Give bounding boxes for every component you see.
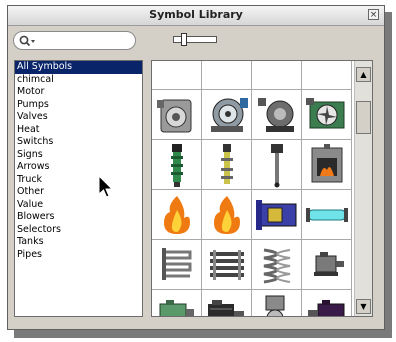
coil-radiator-icon: [162, 248, 192, 280]
category-item[interactable]: Truck: [15, 174, 142, 187]
symbol-cell-furnace[interactable]: [302, 140, 352, 190]
symbol-cell-pump-valve[interactable]: [252, 290, 302, 316]
symbol-cell-green-motor[interactable]: [152, 290, 202, 316]
symbol-cell-thermocouple-probe[interactable]: [252, 140, 302, 190]
category-item[interactable]: Signs: [15, 149, 142, 162]
heat-panel-icon: [256, 200, 297, 230]
symbol-cell-flame[interactable]: [152, 190, 202, 240]
cyan-tube-icon: [306, 208, 348, 222]
vertical-scrollbar[interactable]: ▲ ▼: [354, 61, 372, 316]
symbol-cell-flame[interactable]: [202, 190, 252, 240]
pump-valve-icon: [265, 295, 285, 316]
partial-motor-icon: [202, 60, 252, 90]
category-item[interactable]: Pipes: [15, 249, 142, 262]
category-item[interactable]: Selectors: [15, 224, 142, 237]
symbol-cell-spiral-coil[interactable]: [252, 240, 302, 290]
flame-icon: [214, 196, 240, 234]
category-item[interactable]: Other: [15, 186, 142, 199]
window-title: Symbol Library: [149, 8, 243, 21]
category-item[interactable]: All Symbols: [15, 61, 142, 74]
category-item[interactable]: Motor: [15, 86, 142, 99]
search-field[interactable]: [13, 31, 136, 50]
symbol-cell-heat-panel[interactable]: [252, 190, 302, 240]
partial-wheel-icon: [252, 60, 302, 90]
purple-motor-icon: [308, 300, 345, 316]
finned-heater-icon: [210, 250, 244, 280]
small-motor-icon: [314, 252, 344, 276]
search-icon[interactable]: [19, 35, 37, 47]
category-item[interactable]: Pumps: [15, 99, 142, 112]
close-button[interactable]: ×: [368, 9, 379, 20]
green-heat-rod-icon: [171, 144, 183, 187]
symbol-cell-centrifugal-blower[interactable]: [152, 90, 202, 140]
category-item[interactable]: Valves: [15, 111, 142, 124]
mouse-pointer-icon: [98, 175, 114, 198]
symbol-cell-fan-blower[interactable]: [302, 90, 352, 140]
category-item[interactable]: Value: [15, 199, 142, 212]
green-motor-icon: [159, 300, 194, 316]
category-item[interactable]: Tanks: [15, 236, 142, 249]
category-item[interactable]: chimcal: [15, 74, 142, 87]
symbol-cell-yellow-heat-rod[interactable]: [202, 140, 252, 190]
turbo-blower-icon: [211, 98, 248, 132]
symbol-cell-small-motor[interactable]: [302, 240, 352, 290]
symbol-cell-purple-motor[interactable]: [302, 290, 352, 316]
symbol-cell-partial-wheel[interactable]: [252, 60, 302, 90]
symbol-grid: ▲ ▼: [151, 60, 373, 317]
centrifugal-blower-icon: [157, 99, 192, 133]
black-motor-icon: [208, 300, 244, 316]
title-bar[interactable]: Symbol Library ×: [8, 6, 384, 26]
category-item[interactable]: Blowers: [15, 211, 142, 224]
spiral-coil-icon: [263, 248, 291, 284]
furnace-icon: [311, 144, 343, 183]
symbol-cell-cyan-tube[interactable]: [302, 190, 352, 240]
partial-symbol-icon: [152, 60, 202, 90]
zoom-slider[interactable]: [170, 33, 220, 47]
zoom-track[interactable]: [173, 36, 217, 43]
category-item[interactable]: Heat: [15, 124, 142, 137]
scroll-thumb[interactable]: [356, 101, 371, 134]
symbol-cell-partial-pipe[interactable]: [302, 60, 352, 90]
symbol-cell-black-motor[interactable]: [202, 290, 252, 316]
symbol-cell-turbo-blower[interactable]: [202, 90, 252, 140]
symbol-cell-finned-heater[interactable]: [202, 240, 252, 290]
drum-blower-icon: [258, 98, 294, 132]
symbol-cell-partial-motor[interactable]: [202, 60, 252, 90]
partial-pipe-icon: [302, 60, 352, 90]
category-list[interactable]: All Symbols chimcal Motor Pumps Valves Heat Sw…: [14, 60, 143, 317]
symbol-cell-green-heat-rod[interactable]: [152, 140, 202, 190]
symbol-cell-drum-blower[interactable]: [252, 90, 302, 140]
thermocouple-probe-icon: [271, 144, 283, 188]
category-item[interactable]: Switchs: [15, 136, 142, 149]
yellow-heat-rod-icon: [221, 144, 233, 184]
zoom-thumb[interactable]: [180, 33, 187, 46]
symbol-cell-coil-radiator[interactable]: [152, 240, 202, 290]
fan-blower-icon: [306, 98, 345, 129]
scroll-down-button[interactable]: ▼: [356, 299, 371, 314]
symbol-cell-partial-symbol[interactable]: [152, 60, 202, 90]
flame-icon: [164, 196, 190, 234]
scroll-up-button[interactable]: ▲: [356, 67, 371, 82]
category-item[interactable]: Arrows: [15, 161, 142, 174]
